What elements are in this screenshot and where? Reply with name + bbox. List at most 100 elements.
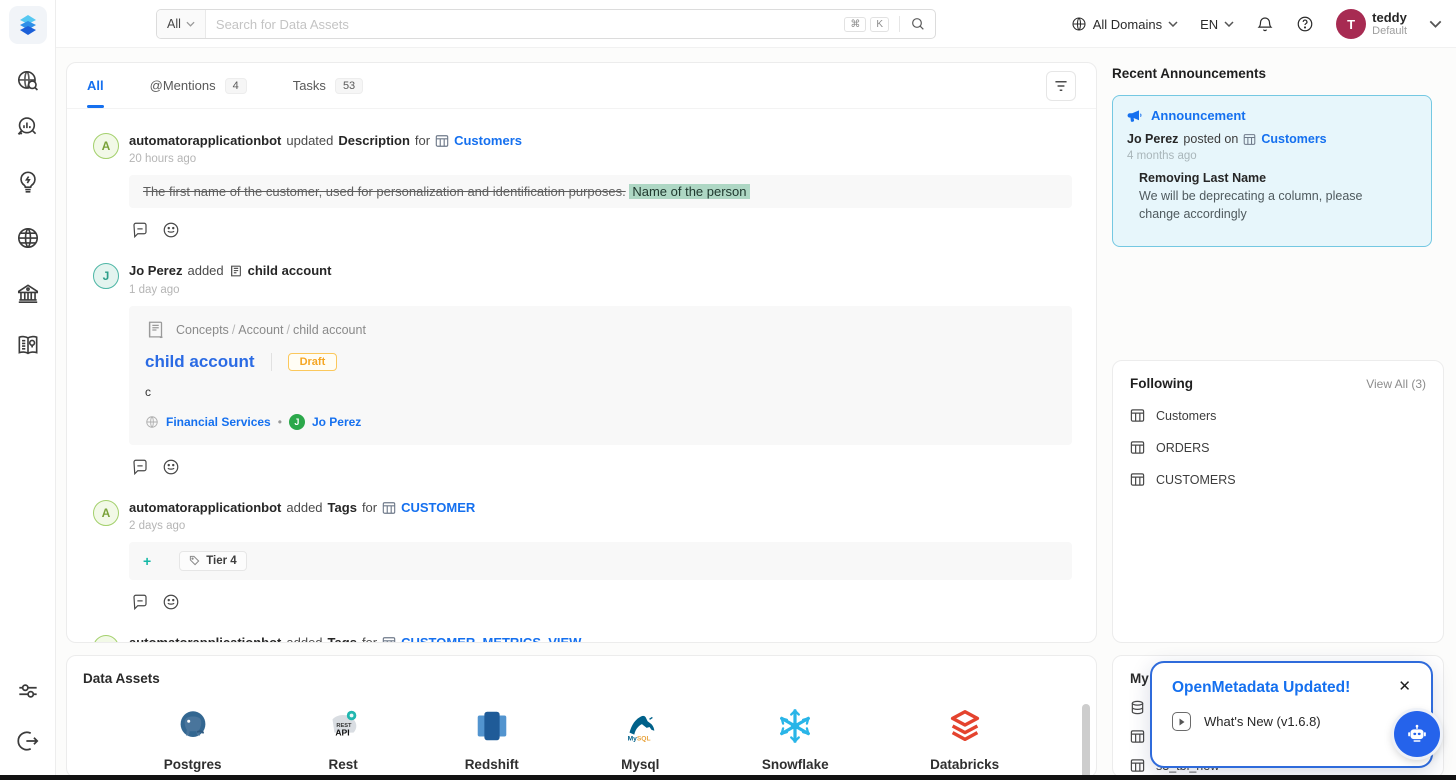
following-item[interactable]: ORDERS: [1130, 440, 1426, 455]
help-button[interactable]: [1296, 15, 1314, 33]
assistant-bot-button[interactable]: [1394, 711, 1440, 757]
app-logo[interactable]: [9, 6, 47, 44]
service-label: Postgres: [164, 757, 222, 772]
tag-chip[interactable]: Tier 4: [179, 551, 246, 571]
search-icon[interactable]: [910, 16, 926, 32]
search-input[interactable]: [206, 17, 844, 32]
domains-icon: [15, 225, 41, 251]
global-search: All ⌘ K: [156, 9, 936, 39]
domain-link[interactable]: Financial Services: [166, 415, 271, 429]
scrollbar-thumb[interactable]: [1082, 704, 1090, 778]
sidebar-item-settings[interactable]: [14, 677, 42, 705]
breadcrumb-part[interactable]: child account: [293, 323, 366, 337]
timestamp: 1 day ago: [129, 284, 331, 296]
breadcrumb-part[interactable]: Concepts: [176, 323, 229, 337]
tab-all[interactable]: All: [87, 63, 104, 108]
comment-button[interactable]: [131, 458, 149, 476]
glossary-book-icon: [145, 319, 167, 341]
mysql-icon: MySQL: [620, 706, 660, 746]
status-badge: Draft: [288, 353, 338, 371]
search-scope-value: All: [167, 17, 181, 31]
collapse-chevron-icon[interactable]: [1429, 20, 1442, 28]
comment-button[interactable]: [131, 221, 149, 239]
data-assets-heading: Data Assets: [83, 671, 1080, 686]
glossary-term-icon: [229, 264, 243, 278]
table-icon: [1130, 729, 1145, 744]
tag-change-content: + Tier 4: [129, 542, 1072, 580]
search-divider: [899, 16, 900, 32]
added-text: Name of the person: [629, 184, 749, 199]
owner-avatar: J: [289, 414, 305, 430]
service-redshift[interactable]: Redshift: [465, 706, 519, 772]
sidebar-item-logout[interactable]: [14, 727, 42, 755]
tab-mentions[interactable]: @Mentions 4: [150, 63, 247, 108]
timestamp: 2 days ago: [129, 520, 475, 532]
diff-content: The first name of the customer, used for…: [129, 175, 1072, 208]
search-scope-dropdown[interactable]: All: [157, 10, 206, 38]
table-icon: [382, 636, 396, 643]
following-item[interactable]: Customers: [1130, 408, 1426, 423]
prep-text: for: [362, 635, 377, 643]
sidebar-item-govern[interactable]: [14, 280, 42, 308]
sidebar-item-explore[interactable]: [14, 67, 42, 95]
table-icon: [1243, 133, 1256, 146]
action-text: added: [187, 263, 223, 279]
feed-item-description-update: A automatorapplicationbot updated Descri…: [93, 133, 1072, 239]
entity-link[interactable]: CUSTOMER: [382, 500, 475, 516]
redshift-icon: [472, 706, 512, 746]
following-item[interactable]: CUSTOMERS: [1130, 472, 1426, 487]
user-profile[interactable]: T teddy Default: [1336, 9, 1407, 39]
comment-icon: [131, 458, 149, 476]
view-all-link[interactable]: View All (3): [1366, 377, 1426, 391]
learning-icon: [15, 332, 41, 358]
notifications-button[interactable]: [1256, 15, 1274, 33]
add-reaction-button[interactable]: [162, 458, 180, 476]
prep-text: for: [362, 500, 377, 516]
entity-link[interactable]: Customers: [435, 133, 522, 149]
entity-link[interactable]: CUSTOMER_METRICS_VIEW: [382, 635, 581, 643]
whats-new-link[interactable]: What's New (v1.6.8): [1172, 712, 1411, 731]
sidebar-item-insights[interactable]: [14, 168, 42, 196]
separator-dot: •: [278, 415, 282, 429]
service-mysql[interactable]: MySQL Mysql: [620, 706, 660, 772]
popup-title: OpenMetadata Updated!: [1172, 679, 1350, 697]
domains-dropdown[interactable]: All Domains: [1071, 16, 1178, 32]
action-text: added: [286, 635, 322, 643]
announcement-card[interactable]: Announcement Jo Perez posted on Customer…: [1112, 95, 1432, 247]
owner-link[interactable]: Jo Perez: [312, 415, 361, 429]
user-avatar: T: [1336, 9, 1366, 39]
glossary-term-title[interactable]: child account: [145, 352, 255, 372]
service-label: Mysql: [621, 757, 659, 772]
table-icon: [1130, 408, 1145, 423]
add-reaction-button[interactable]: [162, 593, 180, 611]
tab-tasks[interactable]: Tasks 53: [293, 63, 363, 108]
sidebar-item-learning[interactable]: [14, 331, 42, 359]
openmetadata-logo-icon: [15, 12, 41, 38]
sidebar-item-domains[interactable]: [14, 224, 42, 252]
service-postgres[interactable]: Postgres: [164, 706, 222, 772]
feed-filter-button[interactable]: [1046, 71, 1076, 101]
following-item-label: ORDERS: [1156, 441, 1209, 455]
popup-close-button[interactable]: ✕: [1398, 679, 1411, 694]
service-databricks[interactable]: Databricks: [930, 706, 999, 772]
comment-button[interactable]: [131, 593, 149, 611]
add-reaction-button[interactable]: [162, 221, 180, 239]
whats-new-popup: OpenMetadata Updated! ✕ What's New (v1.6…: [1150, 661, 1433, 768]
breadcrumb-part[interactable]: Account: [238, 323, 283, 337]
sidebar-item-observability[interactable]: [14, 113, 42, 141]
language-dropdown[interactable]: EN: [1200, 17, 1234, 32]
feed-item-glossary-term-added: J Jo Perez added child account 1 day ago: [93, 263, 1072, 475]
activity-feed-panel: All @Mentions 4 Tasks 53 A automat: [66, 62, 1097, 643]
entity-link-label: CUSTOMER_METRICS_VIEW: [401, 635, 581, 643]
tab-all-label: All: [87, 78, 104, 93]
openmetadata-app: All ⌘ K All Domains EN: [0, 0, 1456, 780]
service-rest[interactable]: REST API Rest: [323, 706, 363, 772]
avatar: A: [93, 133, 119, 159]
service-snowflake[interactable]: Snowflake: [762, 706, 829, 772]
announcement-entity-link[interactable]: Customers: [1243, 132, 1326, 146]
announcement-body: We will be deprecating a column, please …: [1139, 188, 1389, 223]
announcement-entity-label: Customers: [1261, 132, 1326, 146]
table-icon: [382, 501, 396, 515]
removed-text: The first name of the customer, used for…: [143, 184, 626, 199]
chevron-down-icon: [1224, 21, 1234, 27]
